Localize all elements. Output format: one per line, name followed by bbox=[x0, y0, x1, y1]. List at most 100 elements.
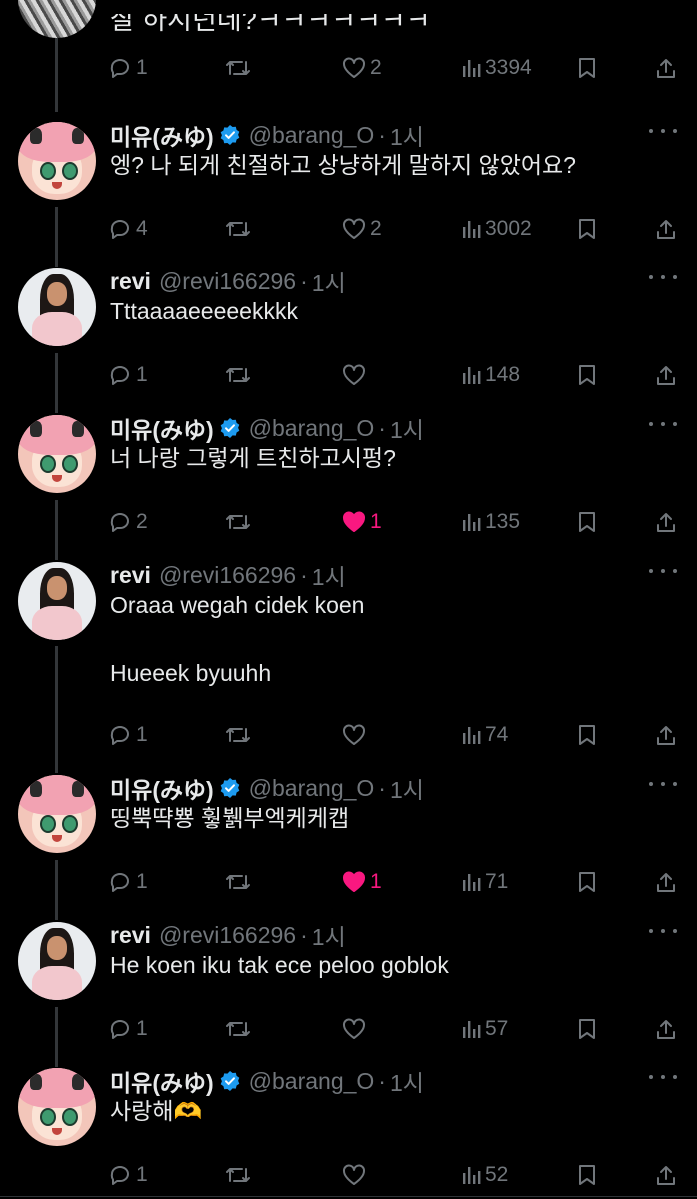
tweet-header: revi @revi166296 · 1시 bbox=[110, 558, 346, 592]
tweet-actions: 2 1 135 bbox=[0, 507, 697, 537]
reply-button[interactable]: 2 bbox=[108, 507, 148, 537]
retweet-button[interactable] bbox=[224, 720, 256, 750]
views-button[interactable]: 71 bbox=[461, 867, 508, 897]
author-handle[interactable]: @barang_O bbox=[249, 1068, 375, 1095]
author-handle[interactable]: @revi166296 bbox=[159, 562, 296, 589]
views-button[interactable]: 3002 bbox=[461, 214, 532, 244]
share-button[interactable] bbox=[655, 53, 677, 83]
tweet-actions: 1 148 bbox=[0, 360, 697, 390]
views-button[interactable]: 148 bbox=[461, 360, 520, 390]
like-icon bbox=[343, 724, 365, 745]
share-button[interactable] bbox=[655, 720, 677, 750]
retweet-button[interactable] bbox=[224, 867, 256, 897]
views-icon bbox=[463, 60, 481, 77]
timestamp[interactable]: 1시 bbox=[390, 411, 424, 445]
views-button[interactable]: 135 bbox=[461, 507, 520, 537]
tweet-text-line: 띵뿍땩뿅 훻뷁부엑케케캡 bbox=[110, 805, 350, 831]
author-handle[interactable]: @barang_O bbox=[249, 122, 375, 149]
author-name[interactable]: revi bbox=[110, 268, 151, 295]
author-name[interactable]: 미유(みゆ) bbox=[110, 118, 214, 152]
like-button[interactable] bbox=[342, 1014, 370, 1044]
retweet-icon bbox=[226, 728, 250, 742]
reply-count: 1 bbox=[136, 723, 148, 746]
bookmark-icon bbox=[579, 219, 595, 239]
reply-button[interactable]: 1 bbox=[108, 1014, 148, 1044]
more-icon[interactable] bbox=[649, 1072, 677, 1082]
retweet-button[interactable] bbox=[224, 214, 256, 244]
more-icon[interactable] bbox=[649, 566, 677, 576]
avatar[interactable] bbox=[18, 562, 96, 640]
avatar[interactable] bbox=[18, 268, 96, 346]
author-handle[interactable]: @revi166296 bbox=[159, 268, 296, 295]
like-button[interactable]: 2 bbox=[342, 214, 382, 244]
author-name[interactable]: 미유(みゆ) bbox=[110, 1064, 214, 1098]
bookmark-button[interactable] bbox=[577, 214, 597, 244]
more-icon[interactable] bbox=[649, 926, 677, 936]
bookmark-button[interactable] bbox=[577, 507, 597, 537]
author-name[interactable]: 미유(みゆ) bbox=[110, 411, 214, 445]
share-button[interactable] bbox=[655, 1160, 677, 1190]
like-button[interactable]: 1 bbox=[342, 867, 382, 897]
separator-dot: · bbox=[378, 414, 386, 441]
bookmark-button[interactable] bbox=[577, 1014, 597, 1044]
views-button[interactable]: 74 bbox=[461, 720, 508, 750]
retweet-button[interactable] bbox=[224, 1014, 256, 1044]
like-button[interactable] bbox=[342, 1160, 370, 1190]
author-handle[interactable]: @barang_O bbox=[249, 775, 375, 802]
reply-button[interactable]: 4 bbox=[108, 214, 148, 244]
reply-button[interactable]: 1 bbox=[108, 720, 148, 750]
bookmark-button[interactable] bbox=[577, 1160, 597, 1190]
author-name[interactable]: revi bbox=[110, 922, 151, 949]
reply-icon bbox=[110, 220, 129, 239]
reply-button[interactable]: 1 bbox=[108, 360, 148, 390]
more-icon[interactable] bbox=[649, 126, 677, 136]
views-button[interactable]: 57 bbox=[461, 1014, 508, 1044]
timestamp[interactable]: 1시 bbox=[390, 771, 424, 805]
timestamp[interactable]: 1시 bbox=[312, 264, 346, 298]
views-button[interactable]: 52 bbox=[461, 1160, 508, 1190]
timestamp[interactable]: 1시 bbox=[312, 558, 346, 592]
like-count: 2 bbox=[370, 56, 382, 79]
retweet-button[interactable] bbox=[224, 360, 256, 390]
avatar[interactable] bbox=[18, 775, 96, 853]
author-handle[interactable]: @revi166296 bbox=[159, 922, 296, 949]
avatar[interactable] bbox=[18, 0, 96, 38]
share-button[interactable] bbox=[655, 867, 677, 897]
like-button[interactable]: 2 bbox=[342, 53, 382, 83]
share-button[interactable] bbox=[655, 1014, 677, 1044]
timestamp[interactable]: 1시 bbox=[312, 918, 346, 952]
like-button[interactable]: 1 bbox=[342, 507, 382, 537]
like-icon bbox=[343, 1164, 365, 1185]
share-button[interactable] bbox=[655, 214, 677, 244]
share-icon bbox=[657, 726, 675, 745]
more-icon[interactable] bbox=[649, 272, 677, 282]
share-button[interactable] bbox=[655, 360, 677, 390]
bookmark-button[interactable] bbox=[577, 867, 597, 897]
bookmark-button[interactable] bbox=[577, 360, 597, 390]
more-icon[interactable] bbox=[649, 779, 677, 789]
bookmark-icon bbox=[579, 512, 595, 532]
retweet-button[interactable] bbox=[224, 507, 256, 537]
timestamp[interactable]: 1시 bbox=[390, 1064, 424, 1098]
reply-button[interactable]: 1 bbox=[108, 1160, 148, 1190]
timestamp[interactable]: 1시 bbox=[390, 118, 424, 152]
like-button[interactable] bbox=[342, 720, 370, 750]
bookmark-button[interactable] bbox=[577, 720, 597, 750]
reply-button[interactable]: 1 bbox=[108, 867, 148, 897]
like-button[interactable] bbox=[342, 360, 370, 390]
avatar[interactable] bbox=[18, 122, 96, 200]
author-name[interactable]: revi bbox=[110, 562, 151, 589]
retweet-button[interactable] bbox=[224, 1160, 256, 1190]
avatar[interactable] bbox=[18, 922, 96, 1000]
retweet-button[interactable] bbox=[224, 53, 252, 83]
bookmark-button[interactable] bbox=[577, 53, 597, 83]
more-icon[interactable] bbox=[649, 419, 677, 429]
author-handle[interactable]: @barang_O bbox=[249, 415, 375, 442]
avatar[interactable] bbox=[18, 415, 96, 493]
avatar[interactable] bbox=[18, 1068, 96, 1146]
separator-dot: · bbox=[300, 561, 308, 588]
author-name[interactable]: 미유(みゆ) bbox=[110, 771, 214, 805]
share-button[interactable] bbox=[655, 507, 677, 537]
views-button[interactable]: 3394 bbox=[461, 53, 532, 83]
reply-button[interactable]: 1 bbox=[108, 53, 148, 83]
